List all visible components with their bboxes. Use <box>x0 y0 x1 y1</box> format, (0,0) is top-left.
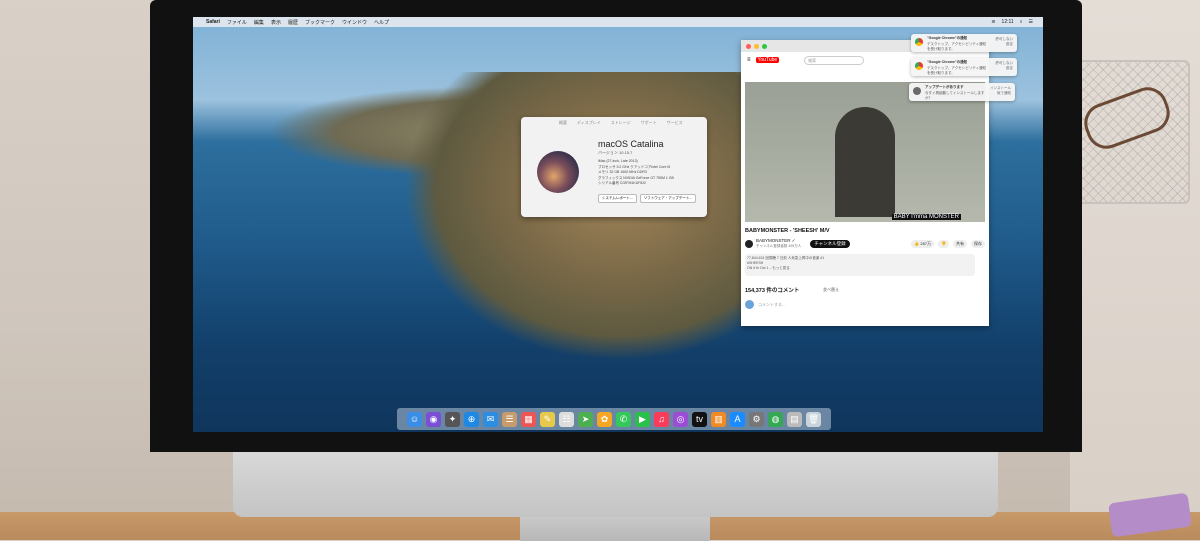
search-icon[interactable]: ⌕ <box>1020 19 1023 25</box>
facetime-icon[interactable]: ▶ <box>635 411 650 427</box>
dislike-button[interactable]: 👎 <box>938 240 949 248</box>
channel-avatar[interactable] <box>745 239 753 248</box>
clock[interactable]: 12:11 <box>1002 19 1014 25</box>
maps-icon[interactable]: ➤ <box>578 411 593 427</box>
menu-bar: Safari ファイル 編集 表示 履歴 ブックマーク ウインドウ ヘルプ ≋ … <box>193 17 1043 27</box>
menu-item-window[interactable]: ウインドウ <box>342 19 367 26</box>
wallpaper-island <box>403 72 763 362</box>
youtube-logo[interactable]: YouTube <box>755 57 780 63</box>
minimize-window-icon[interactable] <box>754 43 759 49</box>
save-button[interactable]: 保存 <box>971 240 985 248</box>
gear-icon <box>913 87 921 95</box>
user-avatar <box>745 300 754 309</box>
video-description[interactable]: 77,844,631 回視聴 7 日前 人気急上昇中の音楽 #1 #SHEESH… <box>745 254 975 276</box>
notification-body: デスクトップ、アクセシビリティ通知を受け取ります。 <box>927 66 987 75</box>
finder-icon[interactable]: ☺ <box>407 411 422 427</box>
contacts-icon[interactable]: ☰ <box>502 411 517 427</box>
calendar-icon[interactable]: ▦ <box>521 411 536 427</box>
notification-body: 今すぐ再起動してインストールしますか？ <box>925 91 985 100</box>
notification-title: "Google Chrome"の通知 <box>927 36 968 40</box>
comment-input[interactable]: コメントする... <box>758 302 785 308</box>
system-report-button[interactable]: システムレポート... <box>598 194 637 203</box>
menu-item-view[interactable]: 表示 <box>271 19 281 26</box>
tab-storage[interactable]: ストレージ <box>611 120 631 126</box>
mail-icon[interactable]: ✉ <box>483 411 498 427</box>
notification-banner[interactable]: アップデートがあります 今すぐ再起動してインストールしますか？ インストール 後… <box>909 83 1015 101</box>
about-this-mac-window: 概要 ディスプレイ ストレージ サポート サービス macOS Catalina… <box>521 117 707 217</box>
podcasts-icon[interactable]: ◎ <box>673 411 688 427</box>
notification-banner[interactable]: "Google Chrome"の通知 デスクトップ、アクセシビリティ通知を受け取… <box>911 34 1017 52</box>
dock: ☺ ◉ ✦ ⊕ ✉ ☰ ▦ ✎ ☷ ➤ ✿ ✆ ▶ ♫ ◎ tv ▥ A ⚙ ◍ ▤ 🗑 <box>397 408 831 430</box>
comments-count: 154,373 件のコメント <box>745 288 800 294</box>
menu-item-edit[interactable]: 編集 <box>254 19 264 26</box>
apple-logo-icon <box>594 466 628 502</box>
tab-displays[interactable]: ディスプレイ <box>577 120 601 126</box>
software-update-button[interactable]: ソフトウェア・アップデート... <box>639 194 697 203</box>
wifi-icon[interactable]: ≋ <box>991 19 995 25</box>
tv-icon[interactable]: tv <box>692 411 707 427</box>
video-player[interactable]: BABY I'mma MONSTER <box>745 82 985 222</box>
like-button[interactable]: 👍 287万 <box>911 240 935 248</box>
chrome-icon[interactable]: ◍ <box>768 411 783 427</box>
notification-actions[interactable]: 許可しない 設定 <box>996 37 1014 47</box>
video-actions: 👍 287万 👎 共有 保存 <box>911 240 985 248</box>
reminders-icon[interactable]: ☷ <box>559 411 574 427</box>
menu-item-history[interactable]: 履歴 <box>288 19 298 26</box>
channel-row: BABYMONSTER ✓ チャンネル登録者数 495万人 チャンネル登録 <box>745 238 850 249</box>
spec-list: iMac (27-inch, Late 2013) プロセッサ 3.2 GHz … <box>598 159 674 187</box>
siri-icon[interactable]: ◉ <box>426 411 441 427</box>
notification-center-icon[interactable]: ☰ <box>1029 19 1033 25</box>
os-version: バージョン 10.15.7 <box>598 150 633 155</box>
zoom-window-icon[interactable] <box>762 43 767 49</box>
os-title: macOS Catalina <box>598 139 664 149</box>
photos-icon[interactable]: ✿ <box>597 411 612 427</box>
close-window-icon[interactable] <box>746 43 751 49</box>
tab-support[interactable]: サポート <box>641 120 657 126</box>
video-caption: BABY I'mma MONSTER <box>891 214 961 220</box>
notification-title: "Google Chrome"の通知 <box>927 60 968 64</box>
safari-icon[interactable]: ⊕ <box>464 411 479 427</box>
launchpad-icon[interactable]: ✦ <box>445 411 460 427</box>
room-wall <box>1070 0 1200 540</box>
menu-app-name[interactable]: Safari <box>206 19 220 25</box>
menu-item-file[interactable]: ファイル <box>227 19 247 26</box>
books-icon[interactable]: ▥ <box>711 411 726 427</box>
menu-item-bookmarks[interactable]: ブックマーク <box>305 19 335 26</box>
spec-line: シリアル番号 C02FM1KUF8J2 <box>598 181 647 185</box>
catalina-logo-icon <box>537 151 579 193</box>
tab-overview[interactable]: 概要 <box>559 120 567 126</box>
menu-icon[interactable]: ≡ <box>747 57 751 63</box>
search-input[interactable]: 検索 <box>804 55 865 65</box>
subscribe-button[interactable]: チャンネル登録 <box>810 239 850 248</box>
notification-actions[interactable]: インストール 後で通知 <box>990 86 1011 96</box>
notification-title: アップデートがあります <box>925 85 964 89</box>
chrome-icon <box>915 62 923 70</box>
notes-icon[interactable]: ✎ <box>540 411 555 427</box>
comment-input-row[interactable]: コメントする... <box>745 300 785 309</box>
preferences-icon[interactable]: ⚙ <box>749 411 764 427</box>
about-tabs: 概要 ディスプレイ ストレージ サポート サービス <box>521 117 707 126</box>
appstore-icon[interactable]: A <box>730 411 745 427</box>
menu-item-help[interactable]: ヘルプ <box>374 19 389 26</box>
video-title: BABYMONSTER - 'SHEESH' M/V <box>745 228 830 234</box>
chrome-icon <box>915 38 923 46</box>
trash-icon[interactable]: 🗑 <box>806 411 821 427</box>
documents-icon[interactable]: ▤ <box>787 411 802 427</box>
notification-banner[interactable]: "Google Chrome"の通知 デスクトップ、アクセシビリティ通知を受け取… <box>911 58 1017 76</box>
messages-icon[interactable]: ✆ <box>616 411 631 427</box>
imac: Safari ファイル 編集 表示 履歴 ブックマーク ウインドウ ヘルプ ≋ … <box>150 0 1082 541</box>
screen: Safari ファイル 編集 表示 履歴 ブックマーク ウインドウ ヘルプ ≋ … <box>193 17 1043 432</box>
monitor-stand <box>520 517 710 541</box>
tab-service[interactable]: サービス <box>667 120 683 126</box>
video-frame-person <box>835 107 895 217</box>
music-icon[interactable]: ♫ <box>654 411 669 427</box>
sort-comments-button[interactable]: 並べ替え <box>823 287 839 293</box>
share-button[interactable]: 共有 <box>953 240 967 248</box>
channel-subscribers: チャンネル登録者数 495万人 <box>756 244 802 248</box>
notification-body: デスクトップ、アクセシビリティ通知を受け取ります。 <box>927 42 987 51</box>
notification-actions[interactable]: 許可しない 設定 <box>996 61 1014 71</box>
